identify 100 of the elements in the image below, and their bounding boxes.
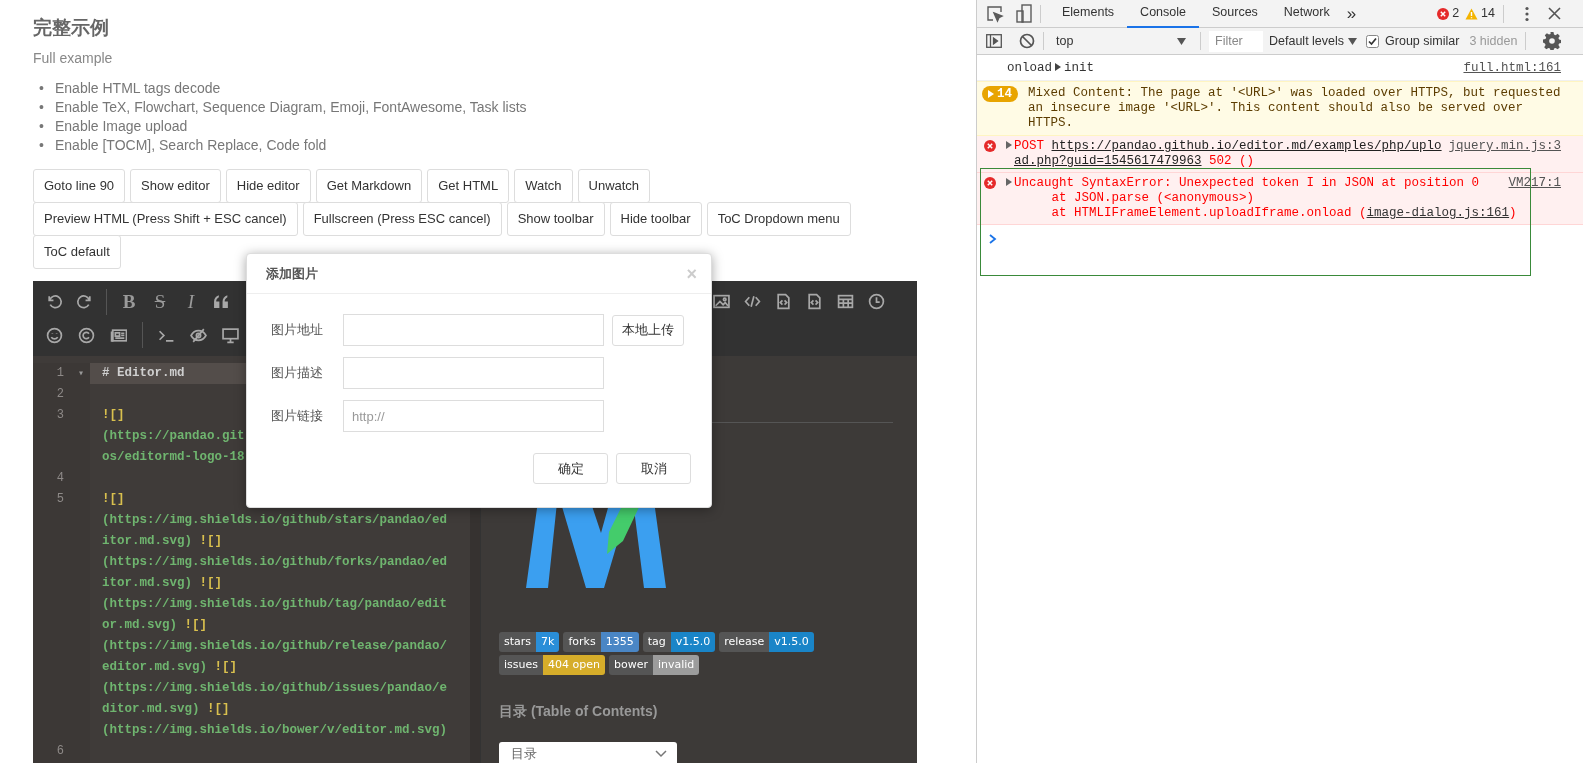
- file-code-icon[interactable]: [775, 293, 792, 311]
- action-button[interactable]: ToC Dropdown menu: [706, 201, 851, 236]
- badge-label: forks: [563, 631, 601, 652]
- line-number: 6: [56, 742, 64, 760]
- action-button[interactable]: Get HTML: [427, 168, 510, 203]
- desktop-icon[interactable]: [222, 326, 239, 344]
- filter-field[interactable]: Filter: [1209, 30, 1263, 52]
- error-icon: [1437, 7, 1450, 20]
- image-icon[interactable]: [713, 293, 730, 311]
- expand-icon[interactable]: [1006, 178, 1012, 186]
- badge-label: tag: [642, 631, 671, 652]
- line-number: 2: [56, 385, 64, 403]
- upload-button[interactable]: 本地上传: [612, 314, 684, 346]
- warning-text: Mixed Content: The page at '<URL>' was loaded over HTTPS, but requested an insecure image '<URL>'. This content should also be served over HTTPS.: [1028, 86, 1561, 131]
- toc-heading: 目录 (Table of Contents): [499, 701, 659, 721]
- checkbox[interactable]: [1366, 34, 1380, 48]
- action-button[interactable]: Preview HTML (Press Shift + ESC cancel): [33, 201, 298, 236]
- source-link[interactable]: jquery.min.js:3: [1448, 139, 1561, 154]
- devtools-tab[interactable]: Sources: [1199, 0, 1271, 28]
- quote-icon[interactable]: [213, 293, 230, 311]
- stack-line: at HTMLIFrameElement.uploadIframe.onload (image-dialog.js:161): [1050, 206, 1518, 221]
- page-title: 完整示例: [33, 17, 110, 40]
- error-message: POST https://pandao.github.io/editor.md/examples/php/upload.php?guid=1545617479963 502 (): [1014, 139, 1442, 168]
- kebab-menu-icon[interactable]: [1524, 5, 1530, 22]
- levels-dropdown[interactable]: Default levels: [1269, 31, 1358, 51]
- action-button[interactable]: Fullscreen (Press ESC cancel): [302, 201, 502, 236]
- badge-label: bower: [608, 654, 653, 675]
- stack-line: at JSON.parse (<anonymous>): [1050, 191, 1256, 206]
- inspect-icon[interactable]: [986, 4, 1004, 23]
- badge-label: release: [719, 631, 770, 652]
- input-field[interactable]: http://: [343, 400, 604, 432]
- expand-icon[interactable]: [1006, 141, 1012, 149]
- smile-icon[interactable]: [46, 326, 63, 344]
- dialog-button[interactable]: 取消: [616, 453, 691, 484]
- action-button[interactable]: Goto line 90: [33, 168, 126, 203]
- line-number: 4: [56, 469, 64, 487]
- feature-item: Enable TeX, Flowchart, Sequence Diagram, Emoji, FontAwesome, Task lists: [55, 97, 527, 117]
- italic-icon[interactable]: I: [182, 291, 200, 312]
- warning-count: 14: [1481, 5, 1495, 23]
- action-button[interactable]: Hide toolbar: [609, 201, 702, 236]
- action-button[interactable]: Unwatch: [577, 168, 651, 203]
- strikethrough-icon[interactable]: S: [151, 291, 169, 312]
- file-code-icon[interactable]: [806, 293, 823, 311]
- table-icon[interactable]: [837, 293, 854, 311]
- line-number: 5: [56, 490, 64, 508]
- bold-icon[interactable]: B: [120, 291, 138, 312]
- badge-value: 404 open: [543, 654, 605, 675]
- action-button[interactable]: Watch: [514, 168, 573, 203]
- dropdown-label: 目录: [511, 745, 537, 763]
- action-button[interactable]: Get Markdown: [315, 168, 423, 203]
- log-value[interactable]: init: [1064, 61, 1095, 75]
- context-selector[interactable]: top: [1052, 31, 1192, 51]
- expand-icon: [988, 90, 994, 98]
- error-text: Uncaught SyntaxError: Unexpected token I in JSON at position 0: [1014, 176, 1480, 190]
- devtools-tab[interactable]: Elements: [1049, 0, 1128, 28]
- devtools-tab[interactable]: Network: [1270, 0, 1343, 28]
- newspaper-icon[interactable]: [110, 326, 127, 344]
- device-icon[interactable]: [1016, 3, 1032, 24]
- caret-icon: [1177, 37, 1186, 45]
- action-button[interactable]: ToC default: [33, 234, 121, 269]
- sidebar-toggle-icon[interactable]: [986, 34, 1002, 48]
- prompt-icon[interactable]: [989, 233, 997, 244]
- eye-slash-icon[interactable]: [190, 326, 207, 344]
- badge-value: invalid: [652, 654, 700, 675]
- settings-icon[interactable]: [1543, 32, 1561, 50]
- action-button[interactable]: Hide editor: [225, 168, 311, 203]
- log-text: onload: [1007, 61, 1052, 75]
- subtitle: Full example: [33, 48, 114, 68]
- dialog-title: 添加图片: [266, 264, 318, 283]
- error-count: 2: [1452, 5, 1460, 23]
- badge-value: v1.5.0: [670, 631, 716, 652]
- code-line: ![] (https://img.shields.io/github/stars/pandao/ed itor.md.svg) ![] (https://img.shields.io/github/forks/pandao/ed itor.md.svg) ![] (https://img.shields.io/github/tag/pandao/edit or.md.svg) ![] (https://img.shields.io/github/release/pandao/ editor.md.svg) ![] (https://img.shields.io/github/issues/pandao/e ditor.md.svg) ![] (https://img.shields.io/bower/v/editor.md.svg): [101, 490, 448, 739]
- error-icon: [984, 140, 996, 152]
- action-button[interactable]: Show toolbar: [506, 201, 605, 236]
- fold-toggle[interactable]: ▾: [77, 362, 84, 384]
- bullet-marker: •: [38, 116, 45, 136]
- redo-icon[interactable]: [76, 293, 93, 311]
- bullet-marker: •: [38, 97, 45, 117]
- badge-label: stars: [499, 631, 537, 652]
- line-number: 3: [56, 406, 64, 424]
- clock-icon[interactable]: [868, 293, 885, 311]
- input-field[interactable]: [343, 314, 604, 346]
- more-tabs-button[interactable]: »: [1346, 0, 1357, 27]
- source-link[interactable]: full.html:161: [1463, 61, 1561, 76]
- copyright-icon[interactable]: [78, 326, 95, 344]
- expand-icon[interactable]: [1055, 63, 1061, 71]
- close-icon[interactable]: [1548, 7, 1561, 20]
- chevron-icon: [655, 749, 667, 758]
- badge-value: v1.5.0: [769, 631, 814, 652]
- badge-value: 7k: [536, 631, 560, 652]
- field-label: 图片描述: [271, 364, 324, 383]
- feature-item: Enable HTML tags decode: [55, 78, 221, 98]
- action-button[interactable]: Show editor: [130, 168, 221, 203]
- undo-icon[interactable]: [46, 293, 63, 311]
- clear-console-icon[interactable]: [1019, 33, 1035, 49]
- input-field[interactable]: [343, 357, 604, 389]
- checkbox-label: Group similar: [1385, 32, 1460, 50]
- dialog-button[interactable]: 确定: [533, 453, 608, 484]
- source-link[interactable]: image-dialog.js:161: [1366, 206, 1510, 220]
- toc-dropdown[interactable]: 目录: [499, 741, 677, 763]
